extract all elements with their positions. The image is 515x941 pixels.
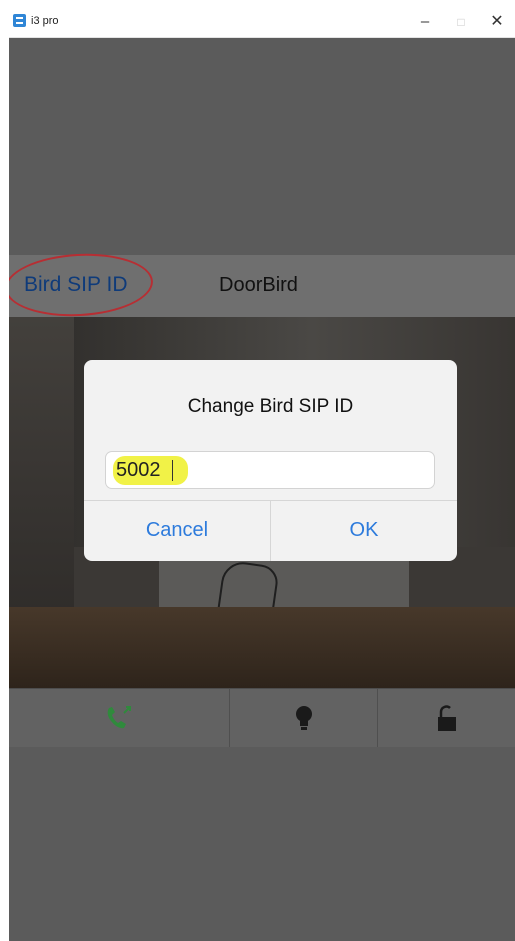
cancel-button[interactable]: Cancel [84,500,270,561]
bird-sip-id-back-link[interactable]: Bird SIP ID [24,273,127,297]
dialog-title: Change Bird SIP ID [187,396,354,417]
unlock-icon [437,705,456,731]
app-window: i3 pro – □ ✕ Bird SIP ID DoorBird Change… [9,7,515,941]
window-title: i3 pro [31,15,59,27]
action-toolbar [9,688,515,747]
maximize-button[interactable]: □ [443,7,479,37]
lightbulb-icon [295,706,312,730]
navigation-bar: Bird SIP ID DoorBird [9,250,515,320]
call-button[interactable] [9,689,230,747]
change-sip-id-dialog: Change Bird SIP ID 5002 Cancel OK [84,360,457,561]
window-titlebar: i3 pro – □ ✕ [9,7,515,38]
light-button[interactable] [230,689,378,747]
page-title: DoorBird [219,274,298,296]
minimize-button[interactable]: – [407,7,443,37]
sip-id-value: 5002 [116,459,161,481]
phone-icon [107,706,131,729]
text-caret [172,460,173,481]
app-icon [13,14,26,27]
sip-id-input[interactable]: 5002 [105,451,435,489]
close-button[interactable]: ✕ [479,7,515,37]
unlock-button[interactable] [378,689,515,747]
ok-button[interactable]: OK [271,500,457,561]
camera-floor [9,607,515,688]
